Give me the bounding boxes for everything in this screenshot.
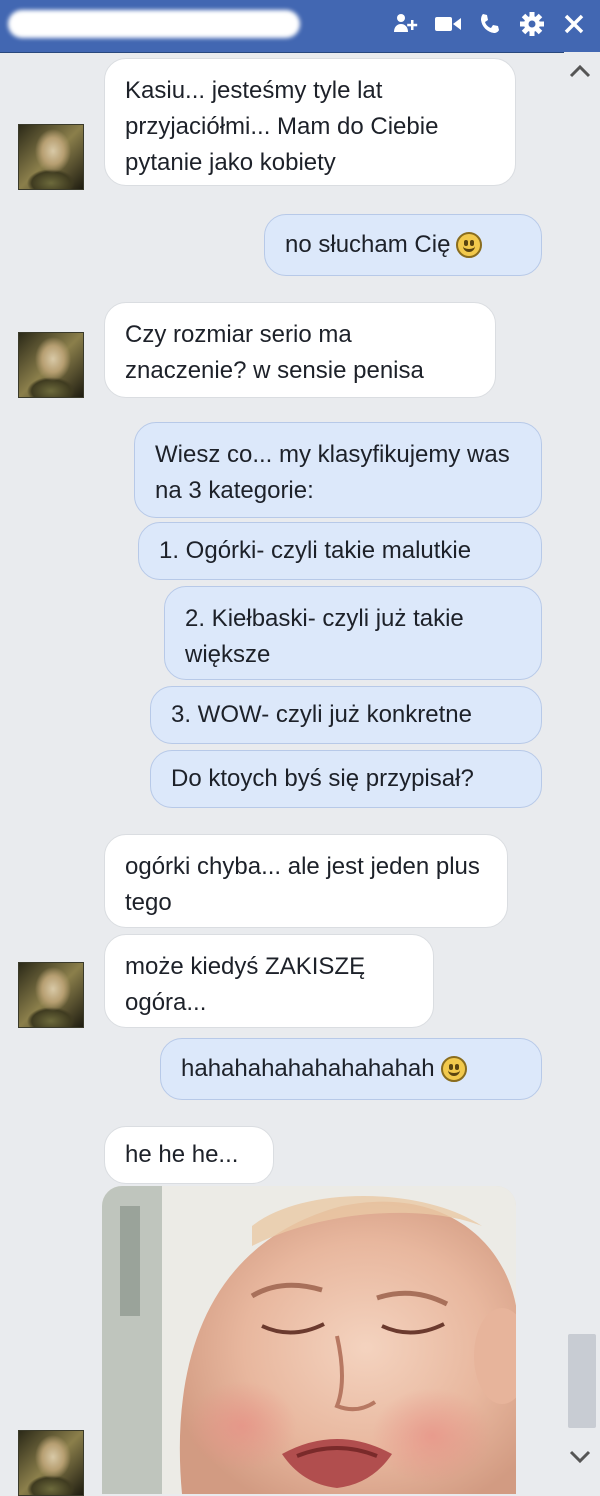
chevron-down-icon[interactable] [568,1446,592,1468]
message-text: 1. Ogórki- czyli takie malutkie [159,537,472,564]
avatar[interactable] [18,332,84,398]
message-bubble-sent: Do ktoych byś się przypisał? [150,750,542,808]
message-text: może kiedyś ZAKISZĘ ogóra... [125,953,366,1016]
smiley-icon [456,232,483,258]
message-bubble-received: ogórki chyba... ale jest jeden plus tego [104,834,508,928]
add-people-icon[interactable] [392,10,420,38]
message-bubble-received: Czy rozmiar serio ma znaczenie? w sensie… [104,302,496,398]
message-bubble-received: he he he... [104,1126,274,1184]
message-bubble-sent: Wiesz co... my klasyfikujemy was na 3 ka… [134,422,542,518]
message-text: ogórki chyba... ale jest jeden plus tego [125,853,480,916]
message-bubble-sent: hahahahahahahahahah [160,1038,542,1100]
avatar[interactable] [18,1430,84,1496]
gear-icon[interactable] [518,10,546,38]
message-text: no słucham Cię [285,231,451,258]
header-actions [392,8,588,40]
message-text: Do ktoych byś się przypisał? [171,765,474,792]
contact-name-redacted [8,10,300,38]
avatar[interactable] [18,962,84,1028]
smiley-icon [440,1056,467,1082]
video-call-icon[interactable] [434,10,462,38]
message-text: Czy rozmiar serio ma znaczenie? w sensie… [125,321,424,384]
chat-header [0,0,600,53]
close-icon[interactable] [560,10,588,38]
scrollbar-thumb[interactable] [568,1334,596,1428]
message-bubble-sent: 3. WOW- czyli już konkretne [150,686,542,744]
phone-icon[interactable] [476,10,504,38]
message-text: hahahahahahahahahah [181,1055,435,1082]
message-text: Wiesz co... my klasyfikujemy was na 3 ka… [155,441,510,504]
message-text: Kasiu... jesteśmy tyle lat przyjaciółmi.… [125,77,439,176]
avatar[interactable] [18,124,84,190]
message-text: 2. Kiełbaski- czyli już takie większe [185,605,464,668]
message-bubble-sent: 2. Kiełbaski- czyli już takie większe [164,586,542,680]
message-text: 3. WOW- czyli już konkretne [171,701,472,728]
scrollbar-track[interactable] [564,52,600,1494]
message-bubble-received: Kasiu... jesteśmy tyle lat przyjaciółmi.… [104,58,516,186]
message-bubble-received: może kiedyś ZAKISZĘ ogóra... [104,934,434,1028]
crying-baby-photo[interactable] [102,1186,516,1494]
chevron-up-icon[interactable] [568,60,592,82]
message-bubble-sent: 1. Ogórki- czyli takie malutkie [138,522,542,580]
message-bubble-sent: no słucham Cię [264,214,542,276]
message-text: he he he... [125,1141,239,1168]
